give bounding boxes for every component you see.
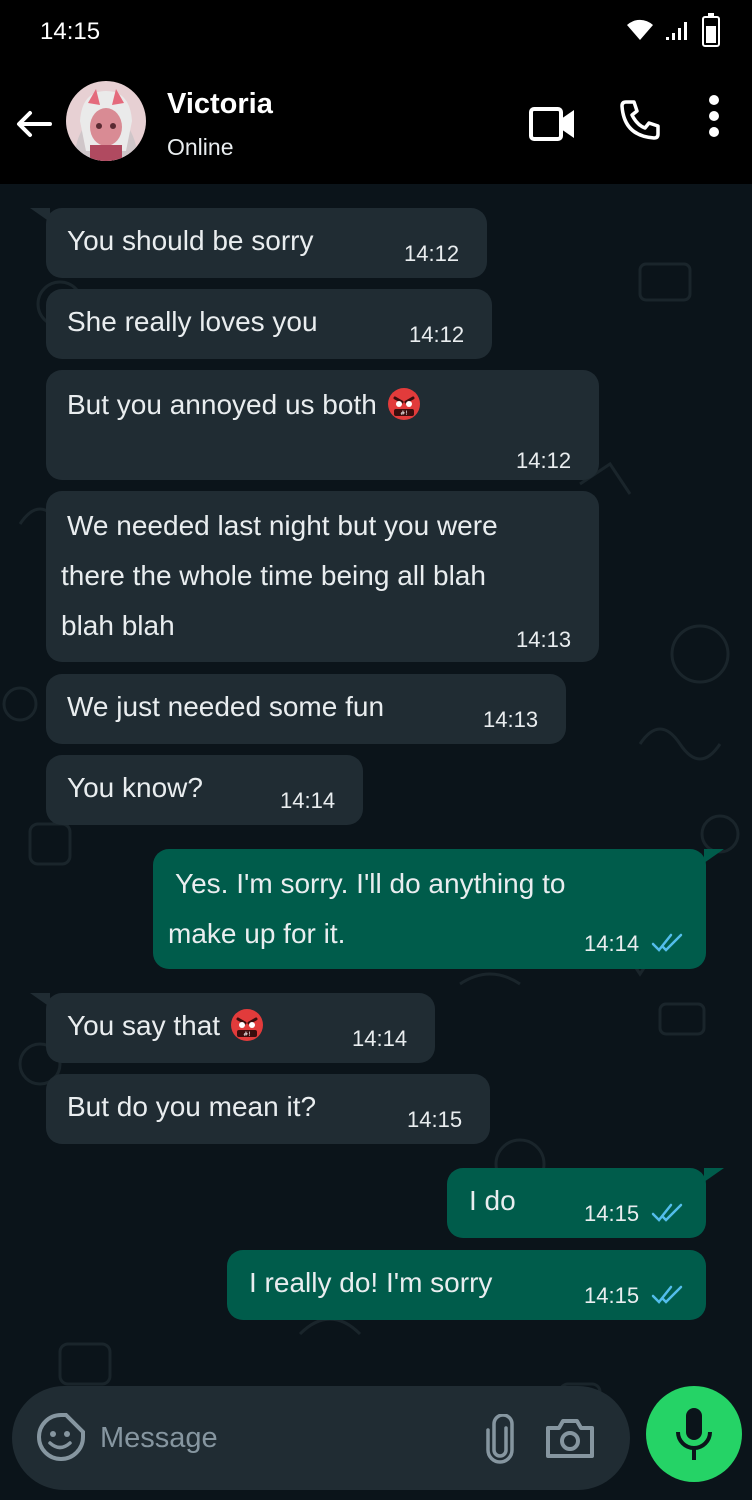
message-composer[interactable]: Message: [12, 1386, 630, 1490]
message-text: She really loves you: [67, 306, 318, 337]
message-time: 14:15: [584, 1283, 640, 1308]
message-outgoing[interactable]: I really do! I'm sorry 14:15: [227, 1250, 706, 1320]
message-time: 14:14: [352, 1026, 408, 1051]
message-text-content: You say that: [67, 1010, 221, 1041]
message-text-line: blah blah: [61, 610, 175, 641]
status-bar: 14:15: [0, 0, 752, 64]
angry-face-with-symbols-icon: #!: [231, 1008, 264, 1041]
message-incoming[interactable]: We just needed some fun 14:13: [46, 674, 566, 744]
bubble-tail: [704, 1168, 724, 1182]
attach-icon[interactable]: [484, 1414, 516, 1464]
message-incoming[interactable]: We needed last night but you were there …: [46, 491, 599, 662]
message-time: 14:13: [483, 707, 539, 732]
avatar[interactable]: [66, 81, 146, 161]
message-text-line: there the whole time being all blah: [61, 560, 486, 591]
angry-face-with-symbols-icon: #!: [387, 387, 420, 420]
presence-status: Online: [167, 134, 234, 160]
read-receipt-icon: [651, 1203, 683, 1222]
chat-header: Victoria Online: [0, 64, 752, 184]
message-text: You should be sorry: [67, 225, 314, 256]
more-options-icon[interactable]: [706, 94, 722, 138]
status-time: 14:15: [40, 18, 101, 45]
mic-button[interactable]: [646, 1386, 742, 1482]
message-incoming[interactable]: You know? 14:14: [46, 755, 363, 825]
message-text-content: But you annoyed us both: [67, 389, 377, 420]
message-time: 14:12: [404, 241, 460, 266]
camera-icon[interactable]: [544, 1416, 596, 1460]
message-time: 14:13: [516, 627, 572, 652]
sticker-icon[interactable]: [36, 1412, 86, 1462]
chat-area[interactable]: You should be sorry 14:12 She really lov…: [0, 184, 752, 1500]
message-incoming[interactable]: You should be sorry 14:12: [46, 208, 487, 278]
message-text-line: make up for it.: [168, 918, 346, 949]
message-text-line: We needed last night but you were: [67, 510, 498, 541]
message-text-line: Yes. I'm sorry. I'll do anything to: [175, 868, 566, 899]
message-time: 14:15: [407, 1107, 463, 1132]
message-incoming[interactable]: But you annoyed us both #! 14:12: [46, 370, 599, 480]
bubble-tail: [704, 849, 724, 863]
back-arrow-icon[interactable]: [14, 104, 54, 144]
message-incoming[interactable]: You say that #! 14:14: [46, 993, 435, 1063]
signal-icon: [666, 22, 687, 40]
svg-text:#!: #!: [243, 1031, 250, 1038]
read-receipt-icon: [651, 1285, 683, 1304]
read-receipt-icon: [651, 933, 683, 952]
message-outgoing[interactable]: Yes. I'm sorry. I'll do anything to make…: [153, 849, 706, 969]
message-text: I do: [469, 1185, 516, 1216]
message-time: 14:14: [584, 931, 640, 956]
message-text: But you annoyed us both #!: [67, 380, 421, 430]
message-time: 14:12: [516, 448, 572, 473]
video-call-icon[interactable]: [528, 104, 578, 144]
message-time: 14:14: [280, 788, 336, 813]
battery-icon: [702, 13, 720, 47]
svg-text:#!: #!: [400, 410, 407, 417]
message-time: 14:12: [409, 322, 465, 347]
message-time: 14:15: [584, 1201, 640, 1226]
message-text: You know?: [67, 772, 203, 803]
message-text: I really do! I'm sorry: [249, 1267, 493, 1298]
contact-name[interactable]: Victoria: [167, 88, 273, 121]
message-outgoing[interactable]: I do 14:15: [447, 1168, 706, 1238]
mic-icon: [676, 1408, 712, 1460]
message-text: You say that #!: [67, 1001, 264, 1051]
message-incoming[interactable]: But do you mean it? 14:15: [46, 1074, 490, 1144]
message-input[interactable]: Message: [100, 1422, 218, 1455]
message-incoming[interactable]: She really loves you 14:12: [46, 289, 492, 359]
wifi-icon: [627, 19, 653, 40]
voice-call-icon[interactable]: [618, 98, 662, 142]
message-text: We just needed some fun: [67, 691, 385, 722]
message-text: But do you mean it?: [67, 1091, 317, 1122]
